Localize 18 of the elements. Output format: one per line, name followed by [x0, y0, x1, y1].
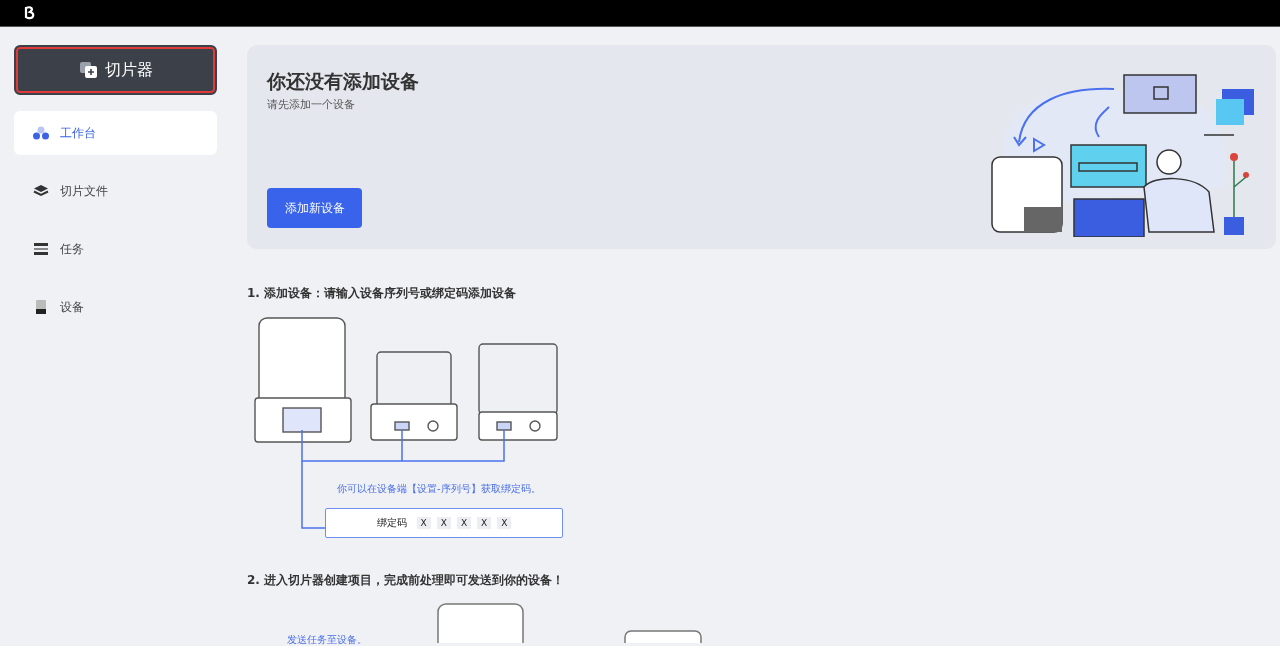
- sidebar-item[interactable]: 工作台: [14, 111, 217, 155]
- add-device-button[interactable]: 添加新设备: [267, 188, 362, 228]
- sidebar-item[interactable]: 设备: [14, 285, 217, 329]
- circles-icon: [32, 126, 50, 140]
- sidebar-item[interactable]: 切片文件: [14, 169, 217, 213]
- layers-icon: [32, 184, 50, 198]
- sidebar-item[interactable]: 任务: [14, 227, 217, 271]
- list-icon: [32, 242, 50, 256]
- add-file-icon: [78, 61, 99, 79]
- step-title: 1. 添加设备：请输入设备序列号或绑定码添加设备: [247, 285, 518, 302]
- hint-text: 你可以在设备端【设置-序列号】获取绑定码。: [337, 482, 542, 496]
- bind-code-field[interactable]: 绑定码 X X X X X: [325, 508, 563, 538]
- hint-text: 发送任务至设备。: [287, 633, 367, 646]
- banner-subtitle: 请先添加一个设备: [267, 97, 356, 112]
- slicer-button[interactable]: 切片器: [14, 45, 217, 95]
- banner-title: 你还没有添加设备: [267, 69, 419, 94]
- step-title: 2. 进入切片器创建项目，完成前处理即可发送到你的设备！: [247, 572, 566, 589]
- logo-icon: [24, 6, 36, 20]
